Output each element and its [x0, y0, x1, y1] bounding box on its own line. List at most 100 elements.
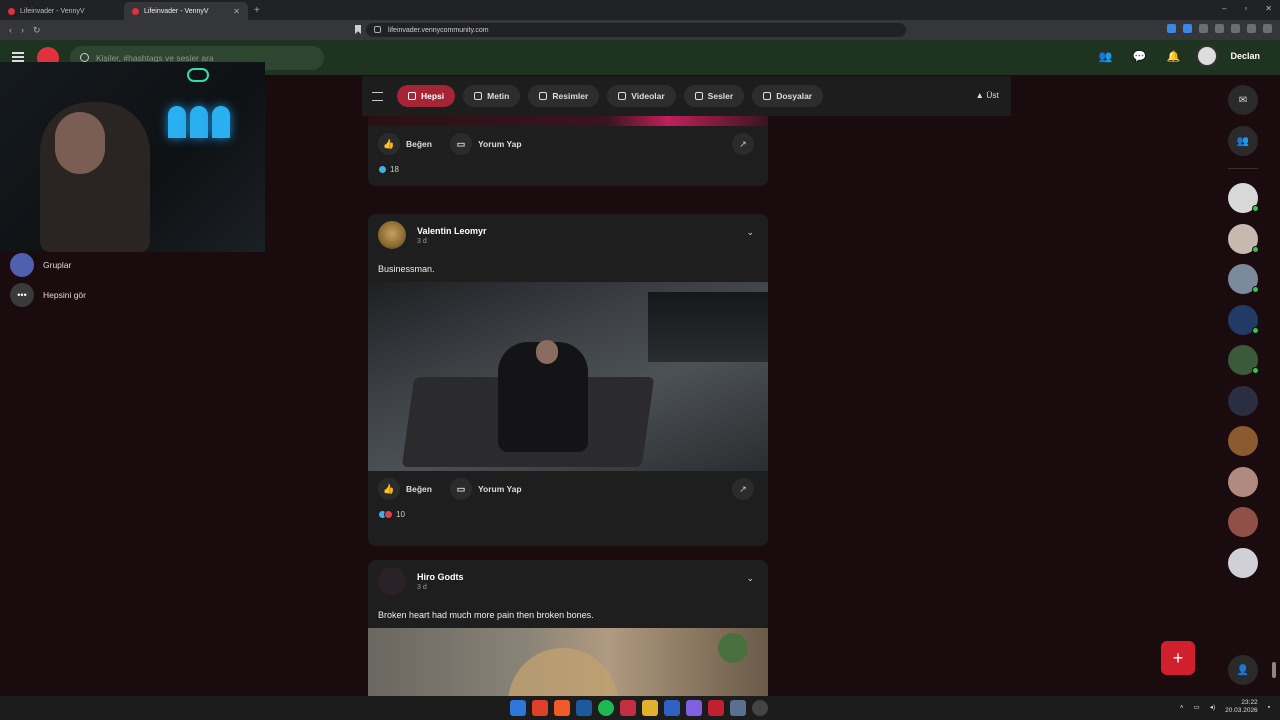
maximize-icon[interactable]: ▫: [1244, 4, 1247, 13]
address-bar[interactable]: lifeinvader.vennycommunity.com: [366, 23, 906, 37]
filter-images[interactable]: Resimler: [528, 85, 600, 107]
author-avatar[interactable]: [378, 221, 406, 249]
scrollbar-thumb[interactable]: [1272, 662, 1276, 678]
notifications-bell-icon[interactable]: 🔔: [1162, 45, 1184, 67]
browser-tab[interactable]: Lifeinvader - VennyV: [0, 2, 124, 20]
contact-avatar[interactable]: [1228, 304, 1259, 335]
image-hanging-chair: [508, 648, 618, 698]
steam-icon[interactable]: [576, 700, 592, 716]
comment-button[interactable]: ▭ Yorum Yap: [449, 478, 522, 500]
contact-avatar[interactable]: [1228, 426, 1258, 456]
like-button[interactable]: 👍 Beğen: [378, 478, 432, 500]
filter-files[interactable]: Dosyalar: [752, 85, 824, 107]
search-icon: [80, 53, 89, 62]
image-plant: [718, 633, 748, 663]
app-icon[interactable]: [620, 700, 636, 716]
app-icon[interactable]: [708, 700, 724, 716]
reaction-summary[interactable]: 10: [368, 507, 768, 521]
filter-settings-icon[interactable]: [372, 91, 383, 101]
filter-text[interactable]: Metin: [463, 85, 521, 107]
chevron-down-icon[interactable]: ⌄: [746, 227, 754, 238]
filter-videos[interactable]: Videolar: [607, 85, 676, 107]
reaction-summary[interactable]: 18: [368, 162, 768, 176]
contact-avatar[interactable]: [1228, 466, 1258, 497]
create-post-button[interactable]: +: [1161, 641, 1195, 675]
contact-avatar[interactable]: [1228, 507, 1258, 537]
author-name[interactable]: Valentin Leomyr: [417, 226, 487, 236]
extensions-icon[interactable]: [1199, 24, 1208, 33]
new-tab-icon[interactable]: +: [254, 5, 260, 16]
close-tab-icon[interactable]: ✕: [233, 7, 240, 16]
app-icon[interactable]: [532, 700, 548, 716]
volume-icon[interactable]: ◂): [1210, 703, 1215, 711]
find-people-icon[interactable]: 👤: [1228, 655, 1258, 685]
back-icon[interactable]: ‹: [9, 25, 12, 35]
filter-label: Sesler: [707, 91, 734, 101]
new-message-icon[interactable]: ✉: [1228, 85, 1258, 115]
messages-icon[interactable]: 💬: [1128, 45, 1150, 67]
forward-icon[interactable]: ›: [21, 25, 24, 35]
user-avatar[interactable]: [1196, 45, 1219, 67]
extension-icon[interactable]: [1183, 24, 1192, 33]
file-explorer-icon[interactable]: [642, 700, 658, 716]
spotify-icon[interactable]: [598, 700, 614, 716]
minimize-icon[interactable]: –: [1222, 4, 1226, 13]
author-avatar[interactable]: [378, 567, 406, 595]
split-view-icon[interactable]: [1247, 24, 1256, 33]
close-window-icon[interactable]: ✕: [1265, 4, 1272, 13]
site-info-icon[interactable]: [374, 26, 381, 33]
share-icon[interactable]: ↗: [732, 133, 754, 155]
filter-sounds[interactable]: Sesler: [683, 85, 745, 107]
groups-icon: [10, 253, 34, 277]
extension-icon[interactable]: [1167, 24, 1176, 33]
hamburger-menu-icon[interactable]: [12, 52, 24, 62]
post-time: 3 d: [417, 583, 427, 591]
xbox-neon-icon: [187, 68, 209, 82]
contact-avatar[interactable]: [1228, 345, 1259, 375]
filter-all[interactable]: Hepsi: [397, 85, 456, 107]
settings-icon[interactable]: [730, 700, 746, 716]
contact-avatar[interactable]: [1228, 547, 1258, 578]
contact-avatar[interactable]: [1228, 223, 1259, 254]
scroll-top-label: Üst: [986, 90, 999, 100]
arrow-up-icon: ▲: [975, 90, 984, 100]
more-dots-icon: •••: [10, 283, 34, 307]
bookmark-icon[interactable]: [355, 25, 361, 34]
post-image[interactable]: [368, 628, 768, 698]
contact-avatar[interactable]: [1228, 385, 1258, 416]
page-scrollbar[interactable]: [1272, 76, 1278, 694]
app-icon[interactable]: [752, 700, 768, 716]
reload-icon[interactable]: ↻: [33, 25, 41, 36]
windows-start-icon[interactable]: [510, 700, 526, 716]
brave-icon[interactable]: [554, 700, 570, 716]
online-indicator: [1252, 367, 1259, 374]
username[interactable]: Declan: [1230, 51, 1260, 61]
discord-icon[interactable]: [686, 700, 702, 716]
share-icon[interactable]: ↗: [732, 478, 754, 500]
menu-icon[interactable]: [1263, 24, 1272, 33]
tab-title: Lifeinvader - VennyV: [20, 7, 85, 15]
heart-reaction-icon: [384, 509, 393, 519]
browser-tab-active[interactable]: Lifeinvader - VennyV ✕: [124, 2, 248, 20]
chevron-down-icon[interactable]: ⌄: [746, 573, 754, 584]
media-icon[interactable]: [1231, 24, 1240, 33]
app-icon[interactable]: [664, 700, 680, 716]
author-name[interactable]: Hiro Godts: [417, 572, 464, 582]
post-image[interactable]: [368, 282, 768, 471]
sidebar-icon[interactable]: [1215, 24, 1224, 33]
sidebar-item-groups[interactable]: Gruplar: [10, 250, 86, 280]
network-icon[interactable]: ▭: [1194, 703, 1200, 711]
tray-chevron-icon[interactable]: ˄: [1180, 704, 1184, 711]
sidebar-item-see-all[interactable]: ••• Hepsini gör: [10, 280, 86, 310]
music-note-icon: [694, 92, 703, 100]
like-button[interactable]: 👍 Beğen: [378, 133, 432, 155]
clock[interactable]: 23:22 20.03.2026: [1225, 699, 1258, 715]
scroll-top-button[interactable]: ▲ Üst: [975, 90, 999, 100]
add-friend-icon[interactable]: 👥: [1228, 126, 1258, 156]
notification-icon[interactable]: ▪: [1268, 704, 1270, 711]
post-card: 👍 Beğen ▭ Yorum Yap ↗ 18: [368, 116, 768, 186]
friends-icon[interactable]: 👥: [1094, 45, 1116, 67]
contact-avatar[interactable]: [1228, 183, 1259, 213]
comment-button[interactable]: ▭ Yorum Yap: [449, 133, 522, 155]
contact-avatar[interactable]: [1228, 264, 1259, 294]
